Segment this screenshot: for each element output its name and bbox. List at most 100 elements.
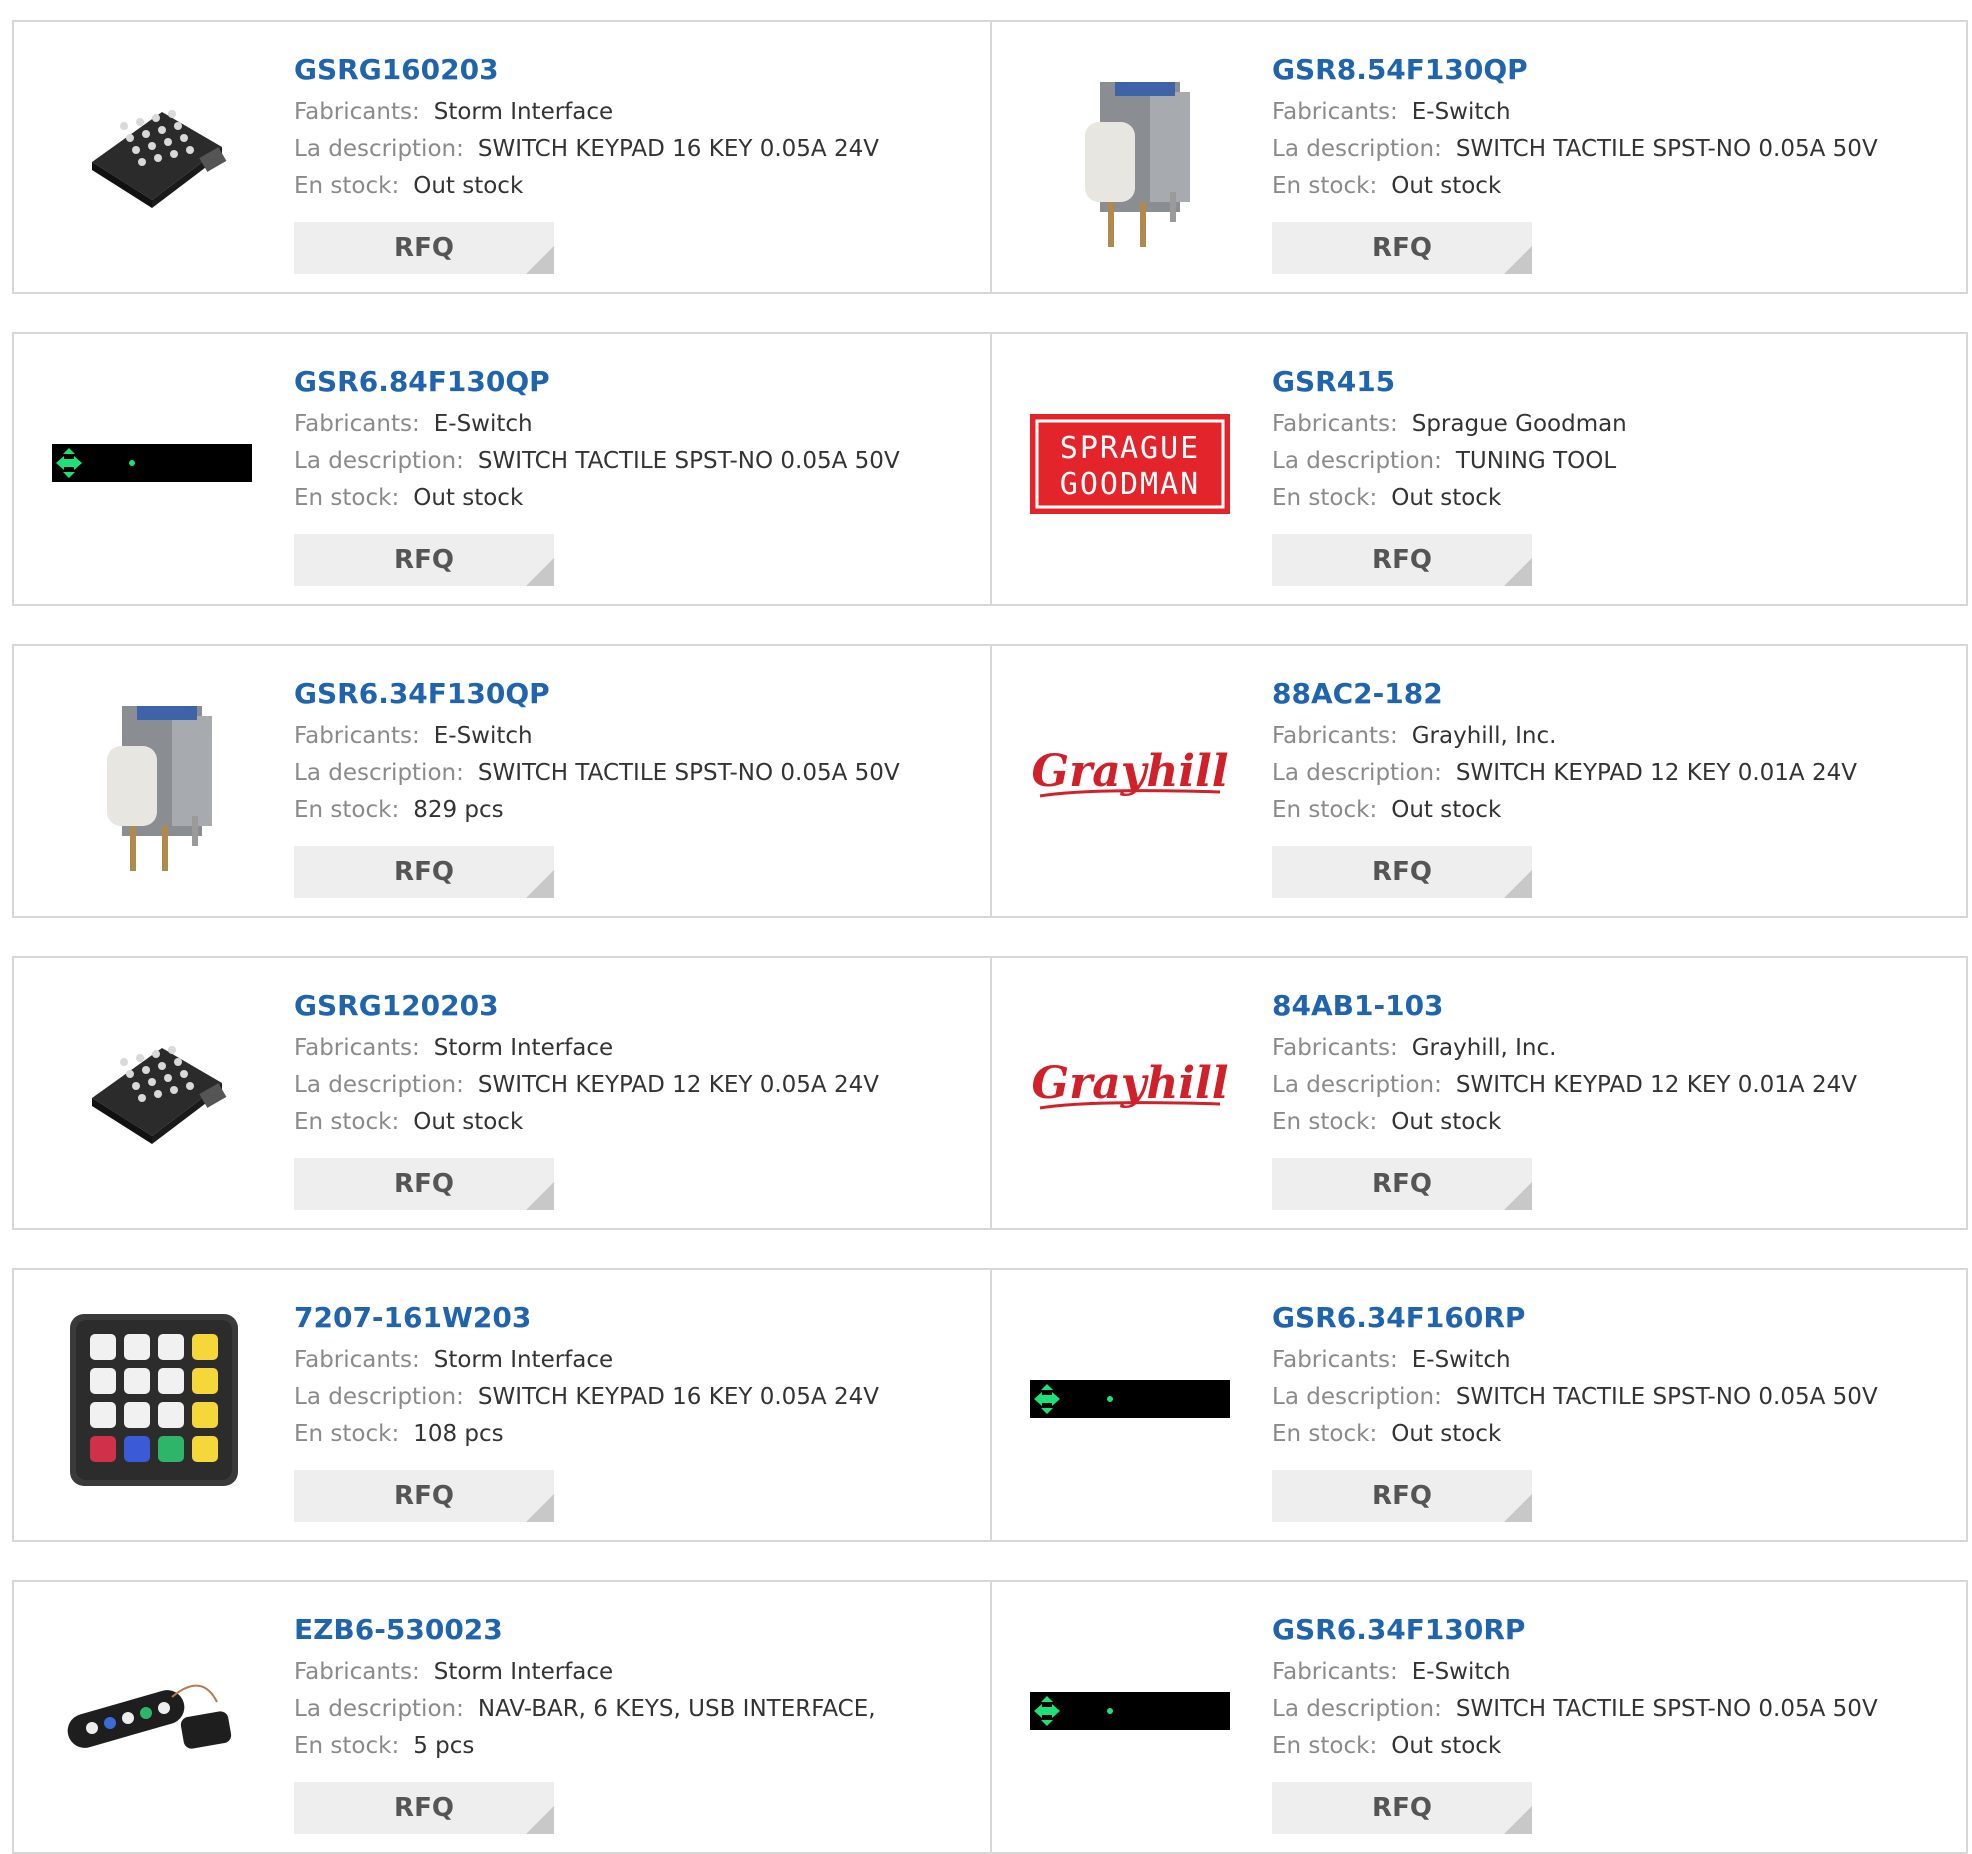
product-image[interactable] — [1030, 1300, 1230, 1500]
description-value: SWITCH TACTILE SPST-NO 0.05A 50V — [477, 448, 900, 474]
product-row: GSR6.84F130QP Fabricants: E-Switch La des… — [12, 332, 1968, 606]
stock-line: En stock: Out stock — [1272, 1728, 1952, 1765]
rfq-label: RFQ — [394, 545, 454, 575]
part-number-link[interactable]: GSRG120203 — [294, 986, 974, 1026]
rfq-button[interactable]: RFQ — [294, 1470, 554, 1522]
rfq-label: RFQ — [394, 233, 454, 263]
stock-value: Out stock — [413, 1109, 524, 1135]
product-image[interactable] — [52, 364, 252, 564]
manufacturer-label: Fabricants: — [1272, 723, 1398, 749]
product-info: GSR415 Fabricants: Sprague Goodman La des… — [1272, 362, 1952, 517]
description-value: SWITCH KEYPAD 16 KEY 0.05A 24V — [477, 136, 879, 162]
part-number-link[interactable]: GSRG160203 — [294, 50, 974, 90]
manufacturer-line: Fabricants: E-Switch — [1272, 1342, 1952, 1379]
product-info: GSRG120203 Fabricants: Storm Interface La… — [294, 986, 974, 1141]
svg-text:GOODMAN: GOODMAN — [1060, 467, 1200, 502]
stock-label: En stock: — [1272, 797, 1378, 823]
product-image[interactable] — [1030, 1612, 1230, 1812]
description-value: SWITCH TACTILE SPST-NO 0.05A 50V — [477, 760, 900, 786]
corner-triangle-icon — [1504, 1806, 1532, 1834]
stock-line: En stock: Out stock — [1272, 480, 1952, 517]
product-card: GSR6.34F130RP Fabricants: E-Switch La des… — [990, 1582, 1966, 1852]
part-number-link[interactable]: 88AC2-182 — [1272, 674, 1952, 714]
part-number-link[interactable]: GSR6.34F130RP — [1272, 1610, 1952, 1650]
rfq-button[interactable]: RFQ — [1272, 534, 1532, 586]
corner-triangle-icon — [1504, 870, 1532, 898]
stock-label: En stock: — [294, 485, 400, 511]
part-number-link[interactable]: GSR415 — [1272, 362, 1952, 402]
keypad-icon — [92, 110, 227, 208]
product-image[interactable] — [1030, 52, 1230, 252]
manufacturer-value: Storm Interface — [433, 1035, 614, 1061]
stock-value: Out stock — [1391, 1733, 1502, 1759]
description-line: La description: TUNING TOOL — [1272, 443, 1952, 480]
stock-value: Out stock — [1391, 1109, 1502, 1135]
product-row: GSRG120203 Fabricants: Storm Interface La… — [12, 956, 1968, 1230]
description-label: La description: — [1272, 1384, 1442, 1410]
rfq-button[interactable]: RFQ — [294, 534, 554, 586]
product-card: GSR6.34F160RP Fabricants: E-Switch La des… — [990, 1270, 1966, 1540]
product-card: SPRAGUE GOODMAN GSR415 Fabricants: Spragu… — [990, 334, 1966, 604]
image-placeholder-icon — [1030, 1380, 1230, 1418]
manufacturer-value: E-Switch — [433, 411, 533, 437]
rfq-button[interactable]: RFQ — [1272, 1782, 1532, 1834]
rfq-button[interactable]: RFQ — [294, 1158, 554, 1210]
rfq-button[interactable]: RFQ — [294, 846, 554, 898]
part-number-link[interactable]: 84AB1-103 — [1272, 986, 1952, 1026]
stock-label: En stock: — [294, 797, 400, 823]
part-number-link[interactable]: GSR6.84F130QP — [294, 362, 974, 402]
manufacturer-label: Fabricants: — [1272, 99, 1398, 125]
rfq-button[interactable]: RFQ — [1272, 846, 1532, 898]
stock-value: Out stock — [413, 173, 524, 199]
product-image[interactable]: Grayhill — [1030, 676, 1230, 876]
manufacturer-value: Storm Interface — [433, 99, 614, 125]
product-image[interactable] — [52, 988, 252, 1188]
tactile-switch-icon — [1085, 82, 1190, 247]
stock-label: En stock: — [1272, 485, 1378, 511]
rfq-label: RFQ — [394, 1169, 454, 1199]
rfq-button[interactable]: RFQ — [1272, 1470, 1532, 1522]
rfq-button[interactable]: RFQ — [1272, 222, 1532, 274]
part-number-link[interactable]: GSR8.54F130QP — [1272, 50, 1952, 90]
description-label: La description: — [1272, 1696, 1442, 1722]
nav-bar-icon — [67, 1684, 232, 1749]
product-row: GSR6.34F130QP Fabricants: E-Switch La des… — [12, 644, 1968, 918]
stock-value: 5 pcs — [413, 1733, 475, 1759]
product-image[interactable] — [52, 52, 252, 252]
description-value: SWITCH KEYPAD 12 KEY 0.01A 24V — [1455, 1072, 1857, 1098]
corner-triangle-icon — [526, 870, 554, 898]
manufacturer-line: Fabricants: E-Switch — [294, 718, 974, 755]
part-number-link[interactable]: GSR6.34F130QP — [294, 674, 974, 714]
product-image[interactable]: Grayhill — [1030, 988, 1230, 1188]
part-number-link[interactable]: GSR6.34F160RP — [1272, 1298, 1952, 1338]
product-card: Grayhill 88AC2-182 Fabricants: Grayhill, … — [990, 646, 1966, 916]
part-number-link[interactable]: 7207-161W203 — [294, 1298, 974, 1338]
manufacturer-label: Fabricants: — [294, 411, 420, 437]
product-image[interactable] — [52, 1300, 252, 1500]
product-card: GSR8.54F130QP Fabricants: E-Switch La des… — [990, 22, 1966, 292]
part-number-link[interactable]: EZB6-530023 — [294, 1610, 974, 1650]
description-label: La description: — [294, 136, 464, 162]
manufacturer-value: E-Switch — [1411, 99, 1511, 125]
product-image[interactable] — [52, 1612, 252, 1812]
description-line: La description: SWITCH KEYPAD 12 KEY 0.01… — [1272, 755, 1952, 792]
description-label: La description: — [1272, 136, 1442, 162]
product-image[interactable] — [52, 676, 252, 876]
product-image[interactable]: SPRAGUE GOODMAN — [1030, 364, 1230, 564]
description-value: SWITCH TACTILE SPST-NO 0.05A 50V — [1455, 136, 1878, 162]
corner-triangle-icon — [526, 1182, 554, 1210]
manufacturer-line: Fabricants: Storm Interface — [294, 1030, 974, 1067]
product-card: Grayhill 84AB1-103 Fabricants: Grayhill, … — [990, 958, 1966, 1228]
stock-value: 829 pcs — [413, 797, 504, 823]
corner-triangle-icon — [1504, 1494, 1532, 1522]
stock-value: 108 pcs — [413, 1421, 504, 1447]
grayhill-logo: Grayhill — [1032, 746, 1228, 798]
description-line: La description: SWITCH TACTILE SPST-NO 0.… — [1272, 1379, 1952, 1416]
corner-triangle-icon — [1504, 1182, 1532, 1210]
rfq-button[interactable]: RFQ — [294, 222, 554, 274]
rfq-button[interactable]: RFQ — [1272, 1158, 1532, 1210]
svg-text:SPRAGUE: SPRAGUE — [1060, 431, 1200, 466]
description-label: La description: — [294, 760, 464, 786]
stock-line: En stock: Out stock — [294, 480, 974, 517]
rfq-button[interactable]: RFQ — [294, 1782, 554, 1834]
